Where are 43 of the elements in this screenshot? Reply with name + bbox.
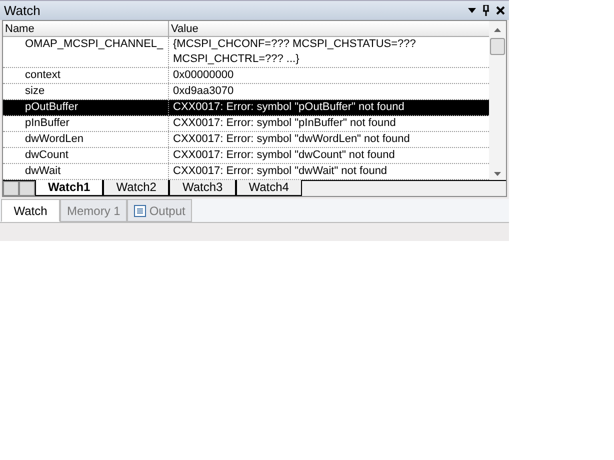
column-header[interactable]: Value	[169, 21, 489, 36]
table-cell-text: CXX0017: Error: symbol "dwWordLen" not found	[172, 132, 411, 147]
table-cell-text: CXX0017: Error: symbol "pOutBuffer" not found	[172, 100, 406, 115]
sheet-tab[interactable]: Watch4	[236, 180, 302, 196]
watch-row[interactable]: pOutBuffer CXX0017: Error: symbol "pOutBuffer" not found	[3, 100, 489, 116]
column-header[interactable]: Name	[3, 21, 169, 36]
window-title: Watch	[4, 2, 40, 20]
table-cell-text: {MCSPI_CHCONF=??? MCSPI_CHSTATUS=??? MCSPI_CHCTRL=??? ...}	[172, 37, 417, 67]
pin-icon[interactable]	[482, 5, 490, 16]
watch-row[interactable]: dwWait CXX0017: Error: symbol "dwWait" not found	[3, 164, 489, 180]
scroll-down-icon[interactable]	[494, 172, 501, 176]
document-icon	[134, 204, 146, 216]
table-cell-text: CXX0017: Error: symbol "pInBuffer" not found	[172, 116, 397, 131]
panel-tab[interactable]: Memory 1	[60, 199, 128, 222]
panel-tab[interactable]: Watch	[1, 199, 60, 222]
panel-tab[interactable]: Output	[127, 199, 192, 222]
vertical-scrollbar[interactable]	[489, 21, 506, 180]
close-icon[interactable]	[496, 6, 505, 15]
watch-row[interactable]: size 0xd9aa3070	[3, 84, 489, 100]
table-cell-text: CXX0017: Error: symbol "dwWait" not found	[172, 164, 388, 179]
table-cell-text: 0xd9aa3070	[172, 84, 235, 99]
table-cell: context	[3, 68, 169, 83]
sheet-tab[interactable]: Watch1	[35, 180, 104, 196]
tab-scroll-button[interactable]	[3, 181, 19, 196]
table-cell: dwWordLen	[3, 132, 169, 147]
table-cell: OMAP_MCSPI_CHANNEL_	[3, 37, 169, 67]
scroll-thumb[interactable]	[490, 38, 505, 55]
table-cell: pOutBuffer	[3, 100, 169, 115]
table-cell: dwWait	[3, 164, 169, 179]
table-cell-text: 0x00000000	[172, 68, 235, 83]
tab-scroll-button[interactable]	[19, 181, 35, 196]
scroll-up-icon[interactable]	[494, 28, 501, 32]
watch-row[interactable]: dwCount CXX0017: Error: symbol "dwCount" not found	[3, 148, 489, 164]
table-cell: pInBuffer	[3, 116, 169, 131]
table-cell: dwCount	[3, 148, 169, 163]
table-cell-text: CXX0017: Error: symbol "dwCount" not found	[172, 148, 396, 163]
table-cell: size	[3, 84, 169, 99]
sheet-tab[interactable]: Watch2	[103, 180, 170, 196]
sheet-tab[interactable]: Watch3	[169, 180, 236, 196]
watch-row[interactable]: dwWordLen CXX0017: Error: symbol "dwWordLen" not found	[3, 132, 489, 148]
watch-row[interactable]: pInBuffer CXX0017: Error: symbol "pInBuffer" not found	[3, 116, 489, 132]
watch-row[interactable]: context 0x00000000	[3, 68, 489, 84]
dropdown-icon[interactable]	[468, 8, 476, 13]
